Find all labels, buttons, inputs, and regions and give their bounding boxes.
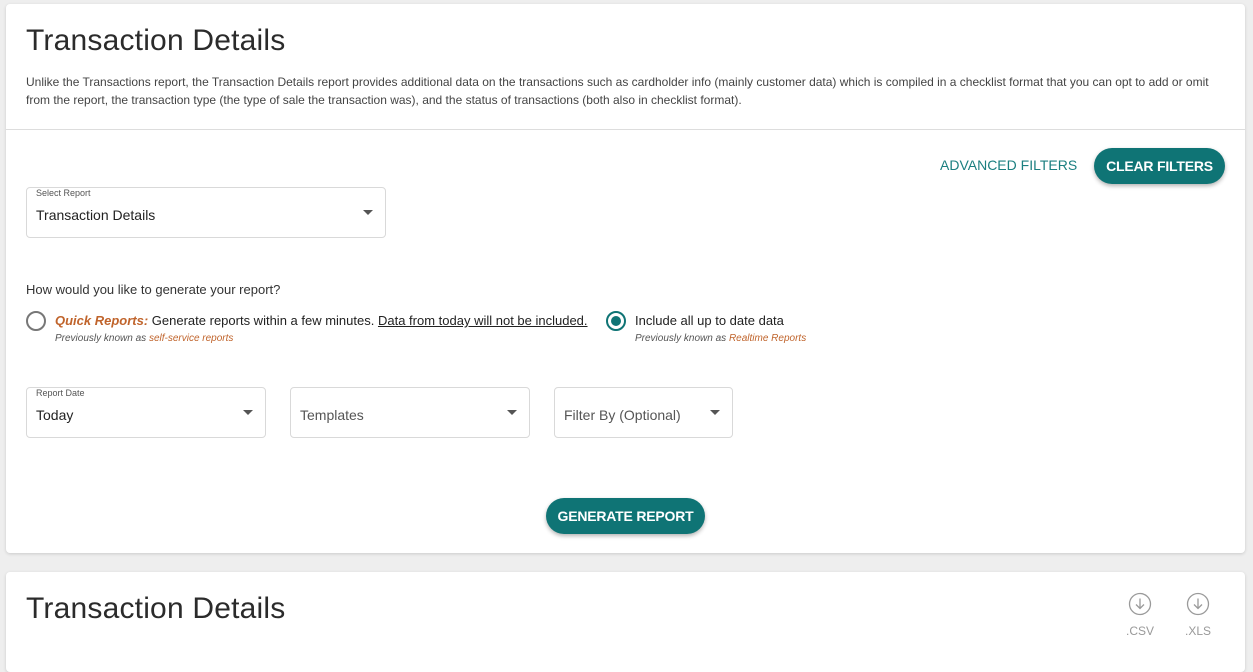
page-title: Transaction Details	[26, 24, 286, 57]
download-xls-label: .XLS	[1184, 624, 1211, 638]
select-report-label: Select Report	[36, 188, 91, 198]
results-card: Transaction Details .CSV .XLS	[6, 572, 1245, 672]
quick-reports-notice-link[interactable]: Data from today will not be included.	[378, 313, 588, 328]
report-date-value: Today	[36, 407, 74, 423]
caret-down-icon	[363, 210, 373, 215]
download-circle-icon	[1186, 592, 1210, 616]
filter-by-placeholder: Filter By (Optional)	[564, 407, 681, 423]
report-date-dropdown[interactable]: Report Date Today	[26, 387, 266, 438]
quick-reports-option: Quick Reports: Generate reports within a…	[55, 313, 588, 328]
quick-reports-text: Generate reports within a few minutes.	[148, 313, 378, 328]
select-report-dropdown[interactable]: Select Report Transaction Details	[26, 187, 386, 238]
generation-question: How would you like to generate your repo…	[26, 282, 281, 297]
templates-dropdown[interactable]: Templates	[290, 387, 530, 438]
page-description: Unlike the Transactions report, the Tran…	[26, 75, 1209, 107]
download-circle-icon	[1128, 592, 1152, 616]
realtime-option-label: Include all up to date data	[635, 313, 784, 328]
quick-reports-radio[interactable]	[26, 311, 46, 331]
caret-down-icon	[507, 410, 517, 415]
clear-filters-button[interactable]: CLEAR FILTERS	[1094, 148, 1225, 184]
generate-report-button[interactable]: GENERATE REPORT	[546, 498, 705, 534]
advanced-filters-link[interactable]: ADVANCED FILTERS	[940, 157, 1077, 173]
header-divider	[6, 129, 1245, 130]
results-title: Transaction Details	[26, 592, 286, 625]
quick-reports-subtext: Previously known as self-service reports	[55, 333, 233, 344]
quick-reports-subtext-prefix: Previously known as	[55, 333, 149, 344]
report-config-card: Transaction Details Unlike the Transacti…	[6, 4, 1245, 553]
realtime-subtext-prefix: Previously known as	[635, 333, 729, 344]
quick-reports-label: Quick Reports:	[55, 313, 149, 328]
download-csv-button[interactable]: .CSV	[1120, 592, 1160, 638]
caret-down-icon	[710, 410, 720, 415]
download-csv-label: .CSV	[1125, 624, 1154, 638]
quick-reports-subtext-accent: self-service reports	[148, 333, 234, 344]
realtime-subtext-accent: Realtime Reports	[728, 333, 807, 344]
templates-placeholder: Templates	[300, 407, 364, 423]
report-date-label: Report Date	[36, 388, 85, 398]
realtime-subtext: Previously known as Realtime Reports	[635, 333, 806, 344]
select-report-value: Transaction Details	[36, 207, 156, 223]
download-xls-button[interactable]: .XLS	[1178, 592, 1218, 638]
filter-by-dropdown[interactable]: Filter By (Optional)	[554, 387, 733, 438]
realtime-radio-selected[interactable]	[606, 311, 626, 331]
caret-down-icon	[243, 410, 253, 415]
